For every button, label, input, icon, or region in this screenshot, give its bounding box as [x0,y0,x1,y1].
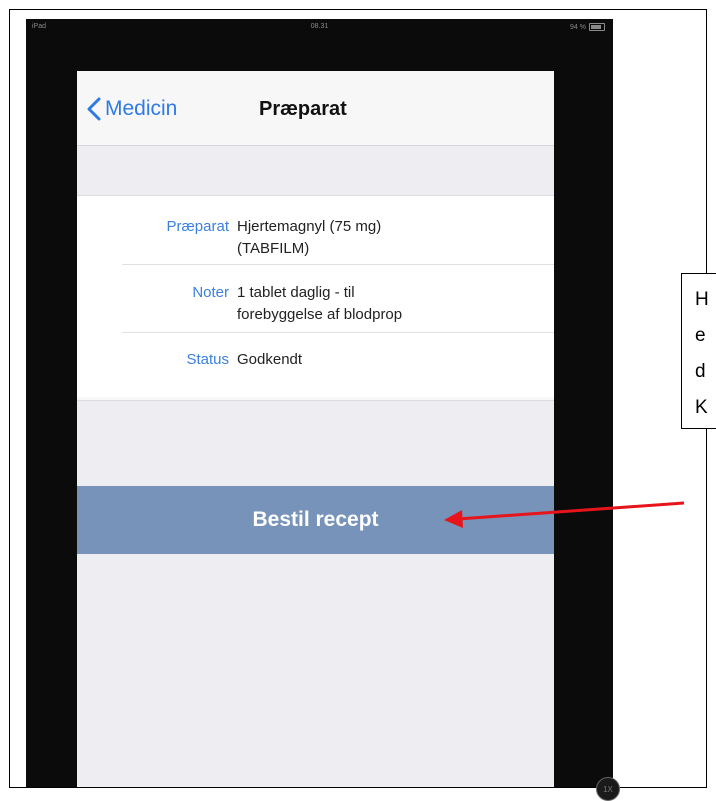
detail-value-line: Godkendt [237,351,303,368]
callout-line: e [695,325,706,346]
detail-table: Præparat Hjertemagnyl (75 mg) (TABFILM) … [77,196,554,397]
detail-value-line: Hjertemagnyl (75 mg) [237,218,382,235]
detail-label: Status [186,351,229,368]
order-prescription-button[interactable]: Bestil recept [77,486,554,554]
detail-row-praeparat: Præparat Hjertemagnyl (75 mg) (TABFILM) [77,196,554,264]
callout-line: H [695,289,709,310]
detail-value-line: 1 tablet daglig - til [237,284,355,301]
section-spacer [77,400,554,487]
detail-label: Noter [192,284,229,301]
app-screen: Medicin Præparat Præparat Hjertemagnyl (… [77,71,554,787]
callout-line: K [695,397,708,418]
status-time: 08.31 [310,23,329,30]
zoom-button[interactable]: 1X [596,777,620,801]
chevron-left-icon [87,97,101,121]
detail-row-status: Status Godkendt [77,332,554,397]
detail-value: 1 tablet daglig - til forebyggelse af bl… [237,282,477,326]
detail-value-line: forebyggelse af blodprop [237,306,403,323]
back-button[interactable]: Medicin [87,97,177,121]
ipad-device: iPad 08.31 94 % Medicin Præparat Præpara… [26,19,620,801]
back-label: Medicin [105,97,178,120]
detail-value: Hjertemagnyl (75 mg) (TABFILM) [237,216,477,260]
navigation-bar: Medicin Præparat [77,71,554,146]
status-battery: 94 % [570,23,605,31]
detail-row-noter: Noter 1 tablet daglig - til forebyggelse… [77,264,554,332]
battery-icon [589,23,605,31]
detail-value: Godkendt [237,349,477,371]
detail-value-line: (TABFILM) [237,240,310,257]
detail-label: Præparat [166,218,229,235]
page-title: Præparat [259,98,347,120]
battery-percent: 94 % [570,23,586,31]
section-spacer [77,146,554,196]
status-bar: iPad 08.31 94 % [26,19,613,37]
empty-area [77,554,554,787]
annotation-callout: H e d K [681,273,716,429]
callout-line: d [695,361,706,382]
